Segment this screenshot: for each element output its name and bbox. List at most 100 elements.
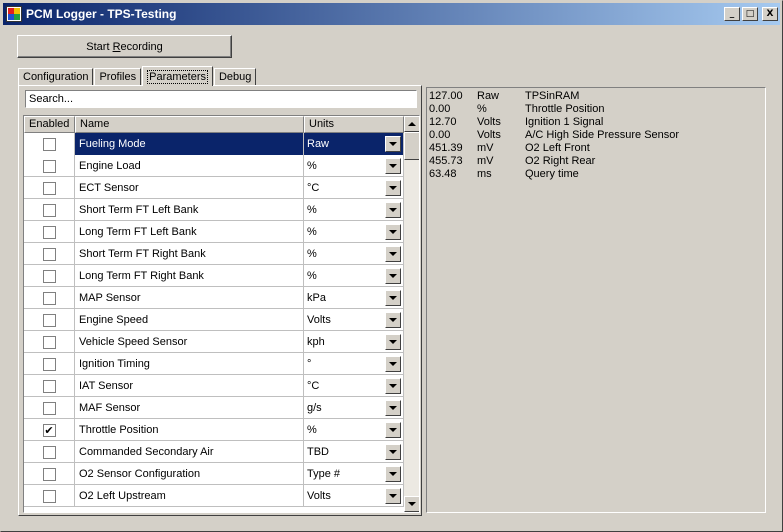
units-dropdown-button[interactable] — [385, 246, 401, 262]
table-row[interactable]: MAF Sensor g/s — [24, 397, 404, 419]
enabled-checkbox[interactable] — [42, 203, 56, 217]
scroll-up-button[interactable] — [404, 116, 419, 132]
name-cell[interactable]: O2 Left Upstream — [75, 485, 304, 507]
scroll-thumb[interactable] — [404, 132, 419, 160]
table-row[interactable]: IAT Sensor °C — [24, 375, 404, 397]
enabled-checkbox[interactable] — [42, 335, 56, 349]
name-cell[interactable]: Commanded Secondary Air — [75, 441, 304, 463]
units-dropdown-button[interactable] — [385, 224, 401, 240]
minimize-button[interactable]: _ — [724, 7, 740, 21]
table-row[interactable]: Engine Load% — [24, 155, 404, 177]
units-cell[interactable]: °C — [304, 375, 404, 397]
units-cell[interactable]: ° — [304, 353, 404, 375]
units-cell[interactable]: kPa — [304, 287, 404, 309]
units-dropdown-button[interactable] — [385, 312, 401, 328]
units-cell[interactable]: % — [304, 243, 404, 265]
enabled-checkbox[interactable] — [42, 489, 56, 503]
name-cell[interactable]: Ignition Timing — [75, 353, 304, 375]
units-dropdown-button[interactable] — [385, 202, 401, 218]
tab-debug[interactable]: Debug — [213, 68, 257, 86]
units-dropdown-button[interactable] — [385, 356, 401, 372]
enabled-checkbox[interactable] — [42, 181, 56, 195]
name-cell[interactable]: MAF Sensor — [75, 397, 304, 419]
close-button[interactable]: X — [762, 7, 778, 21]
name-cell[interactable]: IAT Sensor — [75, 375, 304, 397]
units-cell[interactable]: % — [304, 155, 404, 177]
units-dropdown-button[interactable] — [385, 180, 401, 196]
name-cell[interactable]: Short Term FT Right Bank — [75, 243, 304, 265]
name-cell[interactable]: Engine Speed — [75, 309, 304, 331]
units-cell[interactable]: kph — [304, 331, 404, 353]
table-row[interactable]: Long Term FT Left Bank% — [24, 221, 404, 243]
header-name[interactable]: Name — [75, 116, 304, 133]
tab-configuration[interactable]: Configuration — [18, 68, 94, 86]
units-cell[interactable]: % — [304, 265, 404, 287]
table-row[interactable]: MAP Sensor kPa — [24, 287, 404, 309]
units-dropdown-button[interactable] — [385, 268, 401, 284]
units-dropdown-button[interactable] — [385, 334, 401, 350]
units-dropdown-button[interactable] — [385, 422, 401, 438]
name-cell[interactable]: Long Term FT Right Bank — [75, 265, 304, 287]
table-row[interactable]: O2 Left Upstream Volts — [24, 485, 404, 507]
name-cell[interactable]: Throttle Position — [75, 419, 304, 441]
units-cell[interactable]: % — [304, 221, 404, 243]
units-dropdown-button[interactable] — [385, 378, 401, 394]
table-row[interactable]: Commanded Secondary Air TBD — [24, 441, 404, 463]
header-enabled[interactable]: Enabled — [24, 116, 75, 133]
enabled-checkbox[interactable] — [42, 225, 56, 239]
enabled-checkbox[interactable] — [42, 291, 56, 305]
units-dropdown-button[interactable] — [385, 290, 401, 306]
units-dropdown-button[interactable] — [385, 466, 401, 482]
table-row[interactable]: ECT Sensor °C — [24, 177, 404, 199]
name-cell[interactable]: Short Term FT Left Bank — [75, 199, 304, 221]
units-dropdown-button[interactable] — [385, 136, 401, 152]
name-cell[interactable]: Fueling Mode — [75, 133, 304, 155]
table-row[interactable]: Ignition Timing ° — [24, 353, 404, 375]
units-cell[interactable]: Volts — [304, 485, 404, 507]
units-dropdown-button[interactable] — [385, 488, 401, 504]
enabled-checkbox[interactable] — [42, 159, 56, 173]
units-cell[interactable]: % — [304, 199, 404, 221]
table-row[interactable]: Fueling Mode Raw — [24, 133, 404, 155]
maximize-button[interactable]: □ — [742, 7, 758, 21]
units-dropdown-button[interactable] — [385, 444, 401, 460]
table-row[interactable]: Engine Speed Volts — [24, 309, 404, 331]
enabled-checkbox[interactable] — [42, 467, 56, 481]
enabled-checkbox[interactable] — [42, 357, 56, 371]
units-dropdown-button[interactable] — [385, 400, 401, 416]
units-cell[interactable]: Volts — [304, 309, 404, 331]
units-cell[interactable]: g/s — [304, 397, 404, 419]
name-cell[interactable]: ECT Sensor — [75, 177, 304, 199]
name-cell[interactable]: Vehicle Speed Sensor — [75, 331, 304, 353]
enabled-checkbox[interactable] — [42, 379, 56, 393]
enabled-checkbox[interactable] — [42, 247, 56, 261]
units-cell[interactable]: Raw — [304, 133, 404, 155]
enabled-checkbox[interactable] — [42, 313, 56, 327]
table-row[interactable]: Short Term FT Left Bank% — [24, 199, 404, 221]
tab-profiles[interactable]: Profiles — [94, 68, 142, 86]
enabled-checkbox[interactable] — [42, 401, 56, 415]
units-cell[interactable]: TBD — [304, 441, 404, 463]
enabled-checkbox[interactable] — [42, 269, 56, 283]
table-row[interactable]: Long Term FT Right Bank% — [24, 265, 404, 287]
tab-parameters[interactable]: Parameters — [142, 66, 213, 86]
table-row[interactable]: ✔ Throttle Position% — [24, 419, 404, 441]
scroll-down-button[interactable] — [404, 496, 419, 512]
table-row[interactable]: Short Term FT Right Bank% — [24, 243, 404, 265]
table-row[interactable]: O2 Sensor Configuration Type # — [24, 463, 404, 485]
title-bar[interactable]: PCM Logger - TPS-Testing _ □ X — [3, 3, 780, 25]
units-cell[interactable]: Type # — [304, 463, 404, 485]
units-cell[interactable]: °C — [304, 177, 404, 199]
grid-scrollbar[interactable] — [404, 116, 419, 512]
app-icon[interactable] — [6, 6, 22, 22]
enabled-checkbox[interactable] — [42, 445, 56, 459]
enabled-checkbox[interactable] — [42, 137, 56, 151]
name-cell[interactable]: O2 Sensor Configuration — [75, 463, 304, 485]
name-cell[interactable]: Long Term FT Left Bank — [75, 221, 304, 243]
table-row[interactable]: Vehicle Speed Sensor kph — [24, 331, 404, 353]
header-units[interactable]: Units — [304, 116, 404, 133]
search-input[interactable] — [25, 90, 417, 108]
name-cell[interactable]: MAP Sensor — [75, 287, 304, 309]
name-cell[interactable]: Engine Load — [75, 155, 304, 177]
start-recording-button[interactable]: Start Recording — [17, 35, 232, 58]
